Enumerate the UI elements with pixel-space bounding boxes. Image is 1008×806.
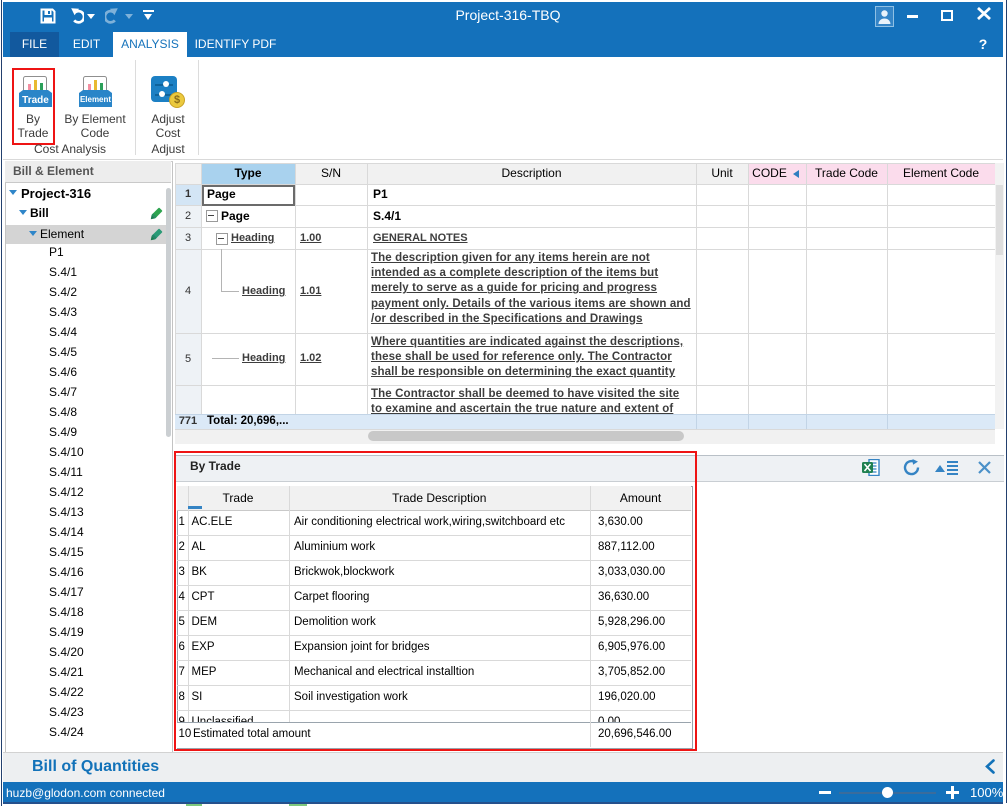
svg-text:Element: Element <box>80 95 111 104</box>
